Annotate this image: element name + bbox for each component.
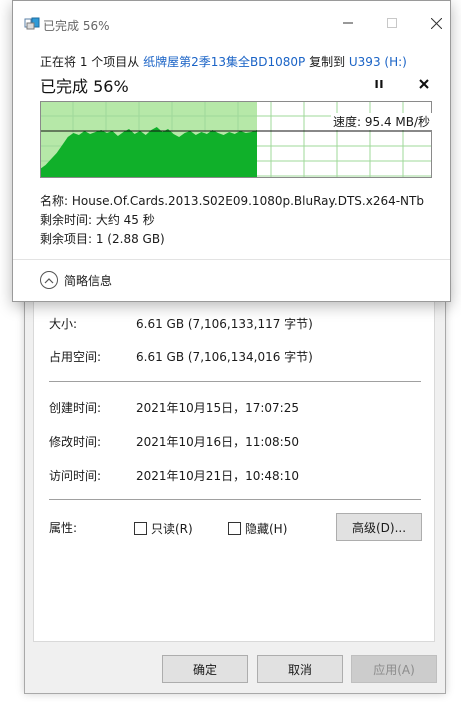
size-value: 6.61 GB (7,106,133,117 字节) [136, 317, 313, 331]
hidden-checkbox[interactable]: 隐藏(H) [228, 520, 287, 537]
attributes-label: 属性: [49, 521, 78, 535]
separator [49, 381, 421, 382]
pause-button[interactable] [372, 77, 386, 91]
file-name-line: 名称: House.Of.Cards.2013.S02E09.1080p.Blu… [40, 194, 424, 208]
accessed-value: 2021年10月21日，10:48:10 [136, 469, 299, 483]
header-prefix: 正在将 1 个项目从 [40, 55, 144, 69]
items-remaining-line: 剩余项目: 1 (2.88 GB) [40, 232, 165, 246]
copy-files-icon [24, 17, 40, 30]
maximize-button[interactable] [382, 13, 402, 33]
size-label: 大小: [49, 317, 78, 331]
time-remaining-line: 剩余时间: 大约 45 秒 [40, 213, 155, 227]
details-toggle[interactable]: 简略信息 [40, 271, 112, 289]
close-button[interactable] [426, 13, 446, 33]
modified-value: 2021年10月16日，11:08:50 [136, 435, 299, 449]
source-folder-link[interactable]: 纸牌屋第2季13集全BD1080P [143, 55, 305, 69]
details-toggle-label: 简略信息 [64, 273, 113, 288]
modified-label: 修改时间: [49, 435, 102, 449]
readonly-label: 只读(R) [151, 522, 193, 536]
created-label: 创建时间: [49, 401, 102, 415]
disk-size-value: 6.61 GB (7,106,134,016 字节) [136, 350, 313, 364]
separator [49, 499, 421, 500]
disk-size-label: 占用空间: [49, 350, 102, 364]
window-title: 已完成 56% [43, 19, 110, 33]
created-value: 2021年10月15日，17:07:25 [136, 401, 299, 415]
header-middle: 复制到 [305, 55, 349, 69]
checkbox-box[interactable] [228, 522, 241, 535]
progress-percent: 已完成 56% [40, 77, 129, 96]
checkbox-box[interactable] [134, 522, 147, 535]
minimize-icon [343, 22, 353, 24]
copy-header: 正在将 1 个项目从 纸牌屋第2季13集全BD1080P 复制到 U393 (H… [40, 53, 407, 70]
speed-label: 速度: 95.4 MB/秒 [331, 113, 433, 130]
properties-dialog: 大小: 6.61 GB (7,106,133,117 字节) 占用空间: 6.6… [24, 280, 446, 694]
accessed-label: 访问时间: [49, 469, 102, 483]
chevron-up-icon [40, 271, 58, 289]
maximize-icon [387, 18, 397, 28]
cancel-copy-button[interactable] [417, 77, 431, 91]
cancel-icon [419, 79, 429, 89]
pause-icon [375, 80, 383, 88]
title-bar: 已完成 56% [13, 1, 450, 41]
apply-button[interactable]: 应用(A) [351, 655, 437, 683]
ok-button[interactable]: 确定 [162, 655, 248, 683]
advanced-button[interactable]: 高级(D)... [336, 513, 422, 541]
hidden-label: 隐藏(H) [245, 522, 288, 536]
readonly-checkbox[interactable]: 只读(R) [134, 520, 193, 537]
properties-panel: 大小: 6.61 GB (7,106,133,117 字节) 占用空间: 6.6… [33, 281, 435, 642]
minimize-button[interactable] [338, 13, 358, 33]
destination-drive-link[interactable]: U393 (H:) [349, 55, 407, 69]
close-icon [430, 17, 442, 29]
copy-progress-dialog: 已完成 56% 正在将 1 个项目从 纸牌屋第2季13集全BD1080P 复制到… [12, 0, 451, 302]
cancel-button[interactable]: 取消 [257, 655, 343, 683]
details-divider [13, 259, 450, 260]
